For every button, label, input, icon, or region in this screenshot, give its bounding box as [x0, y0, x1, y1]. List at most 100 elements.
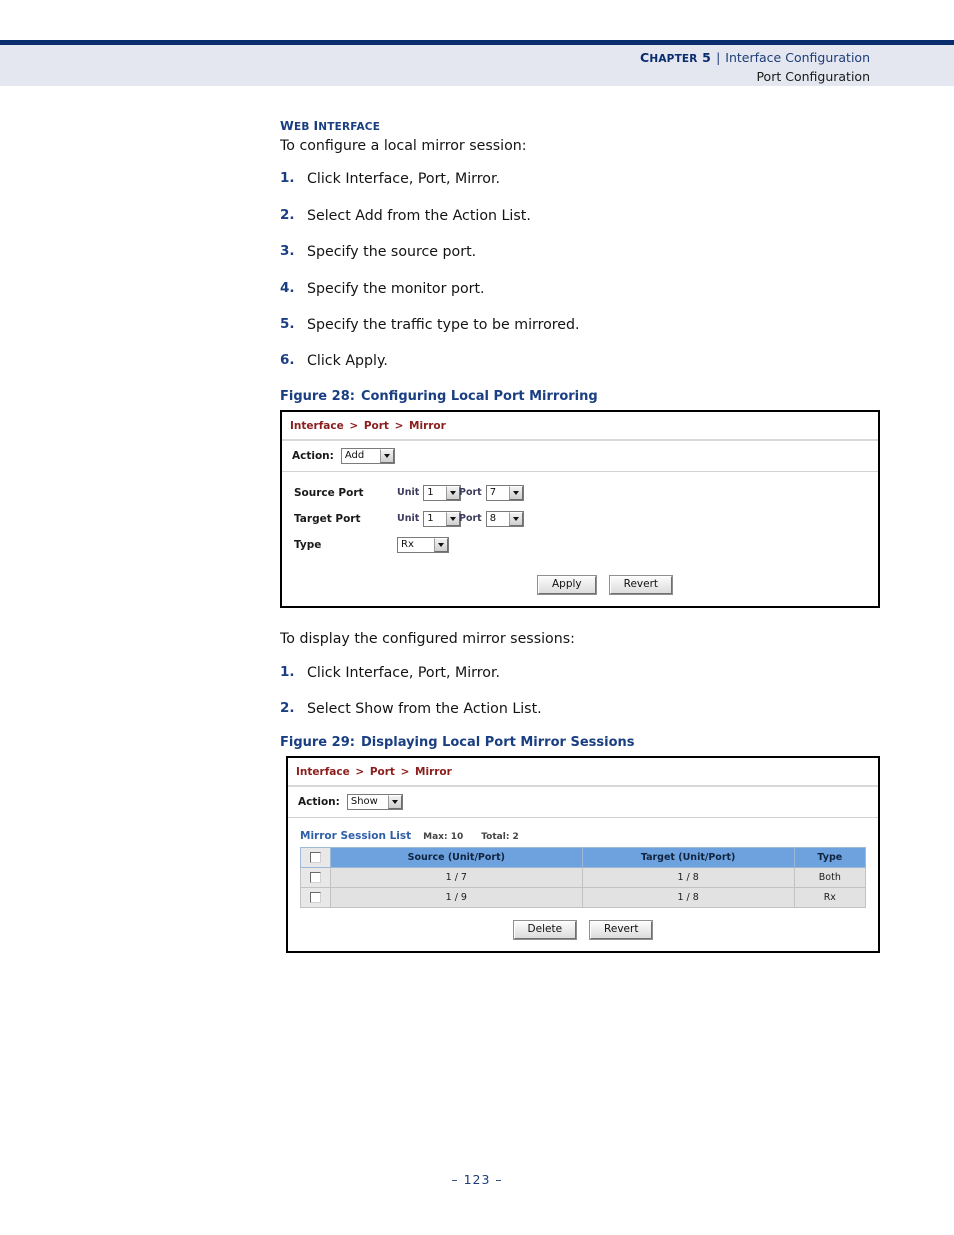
- checkbox-icon[interactable]: [310, 851, 321, 863]
- cell-source: 1 / 7: [330, 866, 583, 888]
- checkbox-icon[interactable]: [310, 891, 321, 903]
- header-section-title: Port Configuration: [756, 69, 870, 85]
- cell-type: Rx: [793, 886, 867, 908]
- type-label: Type: [294, 538, 322, 551]
- action-row: Action: Add: [282, 441, 878, 472]
- figure-28-screenshot: Interface > Port > Mirror Action: Add So…: [280, 409, 880, 609]
- column-header-source: Source (Unit/Port): [330, 846, 583, 868]
- select-all-header[interactable]: [300, 846, 331, 868]
- table-header-row: Source (Unit/Port) Target (Unit/Port) Ty…: [300, 846, 867, 868]
- step-text: Specify the monitor port.: [307, 280, 485, 297]
- action-select[interactable]: Show: [346, 793, 403, 810]
- step-text: Click Interface, Port, Mirror.: [307, 664, 501, 681]
- list-item: 4. Specify the monitor port.: [280, 280, 880, 298]
- cell-source: 1 / 9: [330, 886, 583, 908]
- chevron-down-icon[interactable]: [434, 537, 448, 552]
- row-select-cell[interactable]: [300, 866, 331, 888]
- source-port-group: Port 7: [459, 484, 524, 501]
- page-content: WEB INTERFACE To configure a local mirro…: [280, 118, 880, 954]
- target-port-label: Target Port: [294, 512, 361, 525]
- display-intro-paragraph: To display the configured mirror session…: [280, 631, 575, 648]
- step-text: Specify the source port.: [307, 244, 477, 261]
- action-label: Action:: [292, 449, 334, 462]
- action-select-value: Add: [341, 448, 380, 463]
- figure-29-label: Figure 29:: [280, 734, 355, 750]
- source-unit-label: Unit: [397, 487, 420, 499]
- breadcrumb-arrow-icon: >: [351, 765, 368, 778]
- step-text: Click Interface, Port, Mirror.: [307, 171, 501, 188]
- figure-29-title: Displaying Local Port Mirror Sessions: [360, 734, 635, 750]
- type-row: Type Rx: [294, 536, 878, 554]
- table-row: 1 / 9 1 / 8 Rx: [300, 886, 867, 908]
- breadcrumb-item-port[interactable]: Port: [364, 420, 389, 432]
- page-number: – 123 –: [451, 1172, 503, 1187]
- cell-target: 1 / 8: [581, 866, 795, 888]
- mirror-config-form: Source Port Unit 1 Port 7 Target Port Un…: [282, 472, 878, 554]
- step-text: Specify the traffic type to be mirrored.: [307, 316, 580, 333]
- breadcrumb-arrow-icon: >: [390, 419, 408, 432]
- apply-button[interactable]: Apply: [536, 574, 597, 596]
- figure-29-screenshot: Interface > Port > Mirror Action: Show M…: [286, 755, 880, 954]
- chevron-down-icon[interactable]: [508, 485, 523, 500]
- source-port-select[interactable]: 7: [485, 484, 524, 501]
- chevron-down-icon[interactable]: [387, 794, 402, 809]
- source-unit-value: 1: [424, 485, 447, 500]
- cell-type: Both: [793, 866, 867, 888]
- breadcrumb: Interface > Port > Mirror: [288, 758, 878, 787]
- source-port-row: Source Port Unit 1 Port 7: [294, 484, 878, 502]
- revert-button[interactable]: Revert: [608, 574, 674, 596]
- source-port-sublabel: Port: [459, 487, 482, 499]
- type-select-value: Rx: [398, 537, 434, 552]
- source-unit-select[interactable]: 1: [423, 484, 462, 501]
- chevron-down-icon[interactable]: [508, 511, 523, 526]
- type-select[interactable]: Rx: [397, 536, 449, 553]
- figure-28-label: Figure 28:: [280, 388, 355, 404]
- step-number: 6.: [280, 352, 295, 369]
- column-header-target: Target (Unit/Port): [581, 846, 795, 868]
- breadcrumb-item-interface[interactable]: Interface: [290, 420, 344, 432]
- breadcrumb-item-port[interactable]: Port: [370, 766, 395, 778]
- figure-28-button-bar: Apply Revert: [332, 562, 878, 607]
- target-port-select[interactable]: 8: [485, 510, 524, 527]
- step-number: 5.: [280, 315, 295, 332]
- list-title: Mirror Session List: [300, 829, 412, 842]
- table-row: 1 / 7 1 / 8 Both: [300, 866, 867, 888]
- header-text-block: CHAPTER 5 | Interface Configuration Port C…: [640, 49, 870, 86]
- web-interface-heading: WEB INTERFACE: [280, 118, 381, 133]
- delete-button[interactable]: Delete: [512, 919, 578, 941]
- target-port-sublabel: Port: [459, 513, 482, 525]
- breadcrumb-item-mirror[interactable]: Mirror: [409, 420, 446, 432]
- step-number: 2.: [280, 700, 295, 717]
- target-unit-group: Unit 1: [397, 510, 462, 527]
- list-item: 1. Click Interface, Port, Mirror.: [280, 170, 880, 188]
- revert-button[interactable]: Revert: [589, 919, 654, 941]
- step-number: 1.: [280, 663, 295, 680]
- row-select-cell[interactable]: [300, 886, 331, 908]
- configure-steps-list: 1. Click Interface, Port, Mirror. 2. Selec…: [280, 170, 880, 371]
- action-select[interactable]: Add: [340, 447, 395, 464]
- step-text: Select Add from the Action List.: [307, 207, 531, 224]
- action-label: Action:: [298, 795, 340, 808]
- breadcrumb-item-mirror[interactable]: Mirror: [415, 766, 452, 778]
- figure-28-title: Configuring Local Port Mirroring: [360, 388, 598, 404]
- step-number: 2.: [280, 206, 295, 223]
- step-number: 3.: [280, 243, 295, 260]
- target-unit-select[interactable]: 1: [423, 510, 462, 527]
- page-footer: – 123 –: [0, 1172, 954, 1187]
- target-port-row: Target Port Unit 1 Port 8: [294, 510, 878, 528]
- column-header-type: Type: [793, 846, 867, 868]
- page-header: CHAPTER 5 | Interface Configuration Port C…: [0, 40, 954, 86]
- list-item: 3. Specify the source port.: [280, 243, 880, 261]
- list-item: 2. Select Show from the Action List.: [280, 700, 880, 718]
- source-port-value: 7: [486, 485, 509, 500]
- list-item: 1. Click Interface, Port, Mirror.: [280, 664, 880, 682]
- source-unit-group: Unit 1: [397, 484, 462, 501]
- display-steps-list: 1. Click Interface, Port, Mirror. 2. Selec…: [280, 664, 880, 719]
- source-port-label: Source Port: [294, 486, 364, 499]
- header-chapter-line: CHAPTER 5 | Interface Configuration: [640, 49, 870, 67]
- breadcrumb-item-interface[interactable]: Interface: [296, 766, 350, 778]
- header-separator: |: [716, 50, 721, 65]
- checkbox-icon[interactable]: [310, 871, 321, 883]
- breadcrumb-arrow-icon: >: [396, 765, 414, 778]
- chevron-down-icon[interactable]: [379, 448, 394, 463]
